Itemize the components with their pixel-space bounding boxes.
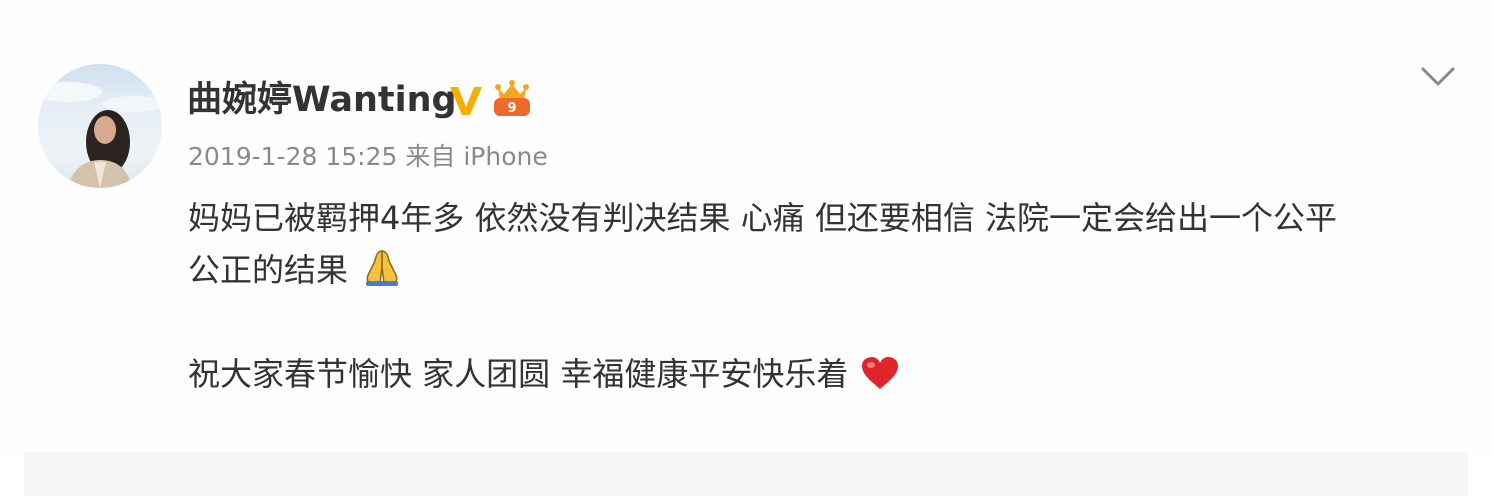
red-heart-emoji — [862, 357, 899, 389]
avatar[interactable] — [38, 64, 162, 188]
post-text-segment: 公正的结果 — [188, 251, 349, 289]
post-source: 来自 iPhone — [405, 142, 548, 171]
svg-text:9: 9 — [507, 101, 516, 116]
post-content: 妈妈已被羁押4年多 依然没有判决结果 心痛 但还要相信 法院一定会给出一个公平 … — [188, 192, 1468, 400]
verified-v-icon — [450, 87, 482, 115]
post-timestamp[interactable]: 2019-1-28 15:25 — [188, 142, 397, 171]
post-meta: 2019-1-28 15:25 来自 iPhone — [188, 140, 548, 174]
folded-hands-emoji — [366, 250, 399, 286]
avatar-photo — [38, 82, 162, 188]
post-footer-divider — [24, 452, 1468, 496]
weibo-post-card: 曲婉婷Wanting 9 2019-1-28 15:25 来自 iPhone 妈妈… — [0, 0, 1492, 458]
author-name[interactable]: 曲婉婷Wanting — [187, 78, 457, 122]
post-text-segment: 祝大家春节愉快 家人团圆 幸福健康平安快乐着 — [188, 355, 849, 393]
post-text-line: 祝大家春节愉快 家人团圆 幸福健康平安快乐着 — [188, 348, 1468, 400]
vip-crown-icon[interactable]: 9 — [490, 78, 534, 120]
chevron-down-icon[interactable] — [1420, 64, 1456, 90]
post-text-line: 妈妈已被羁押4年多 依然没有判决结果 心痛 但还要相信 法院一定会给出一个公平 — [188, 199, 1338, 237]
post-text-line: 公正的结果 — [188, 244, 1468, 296]
